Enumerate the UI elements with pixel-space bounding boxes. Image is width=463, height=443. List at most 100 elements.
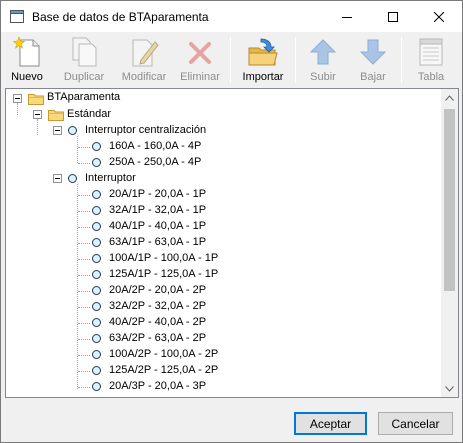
new-label: Nuevo xyxy=(11,71,43,83)
tree-item-node[interactable]: 125A/2P - 125,0A - 2P xyxy=(109,364,218,380)
toolbar-separator xyxy=(230,37,231,83)
tree-item-node[interactable]: 20A/3P - 20,0A - 3P xyxy=(109,380,206,396)
move-up-button[interactable]: Subir xyxy=(302,35,344,87)
item-circle-icon xyxy=(92,142,101,151)
arrow-up-icon xyxy=(309,39,337,65)
title-bar[interactable]: Base de datos de BTAparamenta xyxy=(1,1,462,32)
duplicate-button[interactable]: Duplicar xyxy=(56,35,112,87)
collapse-toggle-icon[interactable] xyxy=(53,126,62,135)
folder-icon xyxy=(48,109,64,121)
database-tree[interactable]: BTAparamenta Estándar Interruptor centrali… xyxy=(5,88,459,398)
item-circle-icon xyxy=(92,254,101,263)
close-icon xyxy=(434,11,444,22)
tree-connector xyxy=(78,323,90,324)
scroll-thumb[interactable] xyxy=(444,109,455,291)
move-down-button[interactable]: Bajar xyxy=(352,35,394,87)
table-button[interactable]: Tabla xyxy=(409,35,453,87)
table-icon xyxy=(419,38,443,66)
item-circle-icon xyxy=(92,334,101,343)
tree-connector xyxy=(77,184,78,389)
tree-item-node[interactable]: 20A/1P - 20,0A - 1P xyxy=(109,188,206,204)
maximize-icon xyxy=(388,11,398,22)
item-circle-icon xyxy=(68,174,77,183)
close-button[interactable] xyxy=(416,1,462,32)
tree-connector xyxy=(37,119,38,135)
tree-item-node[interactable]: 100A/1P - 100,0A - 1P xyxy=(109,252,218,268)
tree-connector xyxy=(78,259,90,260)
import-button[interactable]: Importar xyxy=(237,35,289,87)
accept-button[interactable]: Aceptar xyxy=(294,412,367,435)
scroll-down-arrow[interactable] xyxy=(441,380,458,397)
tree-connector xyxy=(78,147,90,148)
minimize-icon xyxy=(342,16,352,18)
move-up-label: Subir xyxy=(310,71,336,83)
tree-connector xyxy=(17,103,18,115)
delete-button[interactable]: Eliminar xyxy=(175,35,225,87)
tree-connector xyxy=(78,355,90,356)
edit-pencil-icon xyxy=(132,39,159,67)
modify-label: Modificar xyxy=(121,71,167,83)
vertical-scrollbar[interactable] xyxy=(441,89,458,397)
delete-label: Eliminar xyxy=(180,71,220,83)
tree-connector xyxy=(78,291,90,292)
tree-group-node[interactable]: Estándar xyxy=(67,108,111,124)
tree-connector xyxy=(78,275,90,276)
move-down-label: Bajar xyxy=(360,71,386,83)
tree-connector xyxy=(78,387,90,388)
tree-item-node[interactable]: 63A/1P - 63,0A - 1P xyxy=(109,236,206,252)
folder-icon xyxy=(28,93,44,105)
chevron-up-icon xyxy=(445,94,454,101)
duplicate-icon xyxy=(72,37,97,67)
tree-item-node[interactable]: 250A - 250,0A - 4P xyxy=(109,156,201,172)
toolbar-separator xyxy=(401,37,402,83)
item-circle-icon xyxy=(92,350,101,359)
cancel-button[interactable]: Cancelar xyxy=(378,412,453,435)
tree-item-node[interactable]: 40A/2P - 40,0A - 2P xyxy=(109,316,206,332)
tree-connector xyxy=(78,163,90,164)
collapse-toggle-icon[interactable] xyxy=(33,110,42,119)
item-circle-icon xyxy=(92,238,101,247)
item-circle-icon xyxy=(92,206,101,215)
app-icon xyxy=(10,10,24,23)
arrow-down-icon xyxy=(359,39,387,65)
window-title: Base de datos de BTAparamenta xyxy=(32,10,209,24)
new-document-icon xyxy=(12,36,40,67)
item-circle-icon xyxy=(92,366,101,375)
tree-category-node[interactable]: Interruptor xyxy=(85,172,136,188)
new-button[interactable]: Nuevo xyxy=(4,35,50,87)
toolbar: Nuevo Duplicar Modificar Eliminar Import… xyxy=(1,32,462,87)
tree-item-node[interactable]: 32A/2P - 32,0A - 2P xyxy=(109,300,206,316)
tree-item-node[interactable]: 32A/3P - 32,0A - 3P xyxy=(109,396,206,397)
tree-connector xyxy=(78,371,90,372)
collapse-toggle-icon[interactable] xyxy=(53,174,62,183)
scroll-up-arrow[interactable] xyxy=(441,89,458,106)
import-folder-icon xyxy=(248,38,278,66)
tree-connector xyxy=(78,307,90,308)
tree-root-node[interactable]: BTAparamenta xyxy=(47,91,120,107)
item-circle-icon xyxy=(92,270,101,279)
tree-category-node[interactable]: Interruptor centralización xyxy=(85,124,206,140)
tree-connector xyxy=(78,243,90,244)
modify-button[interactable]: Modificar xyxy=(116,35,172,87)
tree-item-node[interactable]: 63A/2P - 63,0A - 2P xyxy=(109,332,206,348)
item-circle-icon xyxy=(92,190,101,199)
chevron-down-icon xyxy=(445,385,454,392)
tree-connector xyxy=(78,339,90,340)
tree-connector xyxy=(78,195,90,196)
tree-item-node[interactable]: 40A/1P - 40,0A - 1P xyxy=(109,220,206,236)
tree-item-node[interactable]: 160A - 160,0A - 4P xyxy=(109,140,201,156)
tree-connector xyxy=(78,211,90,212)
tree-item-node[interactable]: 32A/1P - 32,0A - 1P xyxy=(109,204,206,220)
collapse-toggle-icon[interactable] xyxy=(13,94,22,103)
maximize-button[interactable] xyxy=(370,1,416,32)
item-circle-icon xyxy=(92,222,101,231)
minimize-button[interactable] xyxy=(324,1,370,32)
table-label: Tabla xyxy=(417,71,445,83)
dialog-window: Base de datos de BTAparamenta Nuevo Dupl… xyxy=(0,0,463,443)
tree-item-node[interactable]: 100A/2P - 100,0A - 2P xyxy=(109,348,218,364)
item-circle-icon xyxy=(92,318,101,327)
tree-item-node[interactable]: 20A/2P - 20,0A - 2P xyxy=(109,284,206,300)
item-circle-icon xyxy=(92,302,101,311)
tree-connector xyxy=(77,136,78,163)
tree-item-node[interactable]: 125A/1P - 125,0A - 1P xyxy=(109,268,218,284)
